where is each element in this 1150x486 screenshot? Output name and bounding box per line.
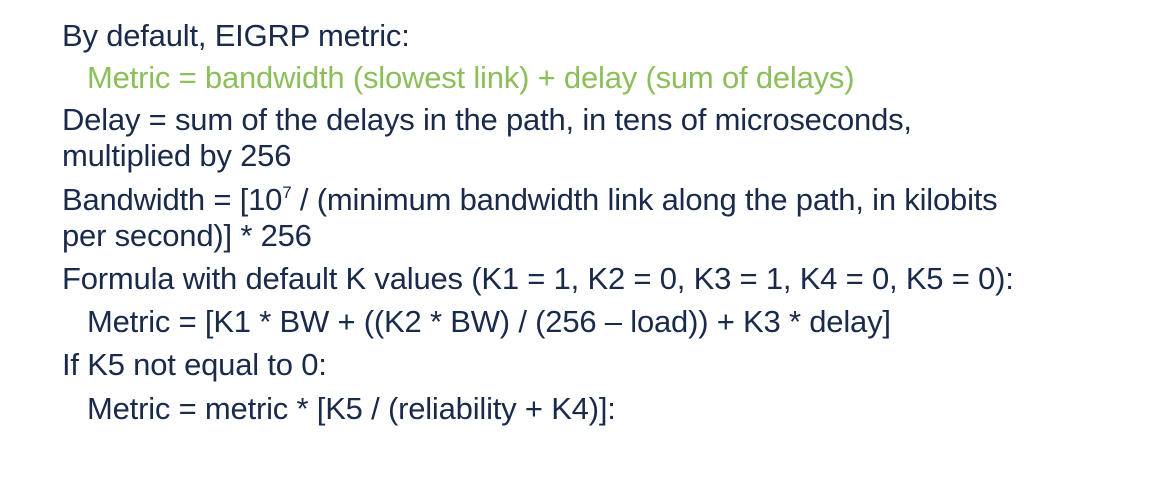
text-line-k-values: Formula with default K values (K1 = 1, K…: [62, 261, 1014, 296]
text-line-k5-condition: If K5 not equal to 0:: [62, 347, 327, 382]
text-line-reliability-formula: Metric = metric * [K5 / (reliability + K…: [87, 391, 616, 426]
bandwidth-formula-start: Bandwidth = [10: [62, 182, 283, 217]
text-line-metric-formula: Metric = [K1 * BW + ((K2 * BW) / (256 – …: [87, 304, 891, 339]
bandwidth-formula-end: / (minimum bandwidth link along the path…: [291, 182, 998, 217]
text-line-delay-definition: Delay = sum of the delays in the path, i…: [62, 102, 912, 137]
text-line-bandwidth-definition: Bandwidth = [107 / (minimum bandwidth li…: [62, 182, 998, 218]
text-line-metric-summary: Metric = bandwidth (slowest link) + dela…: [87, 60, 855, 95]
text-line-default-metric: By default, EIGRP metric:: [62, 18, 410, 53]
text-line-delay-multiplier: multiplied by 256: [62, 138, 292, 173]
text-line-bandwidth-multiplier: per second)] * 256: [62, 218, 312, 253]
slide: By default, EIGRP metric: Metric = bandw…: [0, 0, 1150, 486]
